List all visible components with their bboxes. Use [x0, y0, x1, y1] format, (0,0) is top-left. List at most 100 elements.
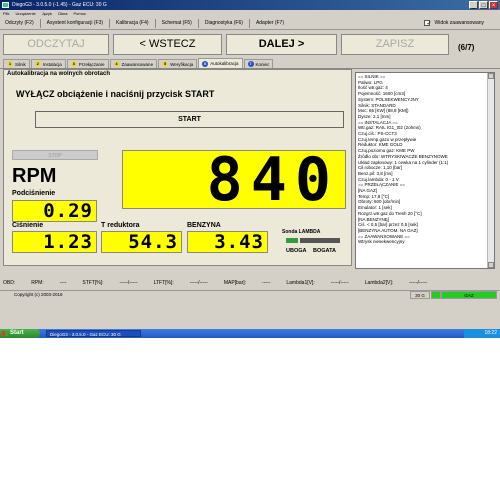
- ecu-status: 30 G: [410, 291, 430, 299]
- scroll-up-arrow[interactable]: [488, 73, 494, 79]
- start-menu-button[interactable]: Start: [0, 329, 40, 338]
- menu-language[interactable]: Język: [42, 10, 52, 17]
- wizard-nav: ODCZYTAJ < WSTECZ DALEJ > ZAPISZ (6/7): [0, 30, 500, 58]
- log-scrollbar[interactable]: [487, 73, 494, 268]
- obd-bar: OBD: RPM: ---- STFT[%]: -----/----- LTFT…: [0, 279, 500, 288]
- toolbar-diagnostics[interactable]: Diagnostyka (F6): [203, 19, 245, 27]
- toolbar-separator: [154, 18, 156, 28]
- start-button[interactable]: START: [35, 111, 344, 128]
- rpm-display: 840: [122, 145, 346, 215]
- wizard-tabs: 1 Silnik 2 Instalacja 3 Przełączanie 4 Zaawa…: [0, 58, 500, 69]
- minimize-button[interactable]: _: [469, 1, 478, 9]
- tab-autocalibration[interactable]: 6 Autokalibracja: [198, 58, 243, 68]
- toolbar-readings[interactable]: Odczyty (F2): [3, 19, 36, 27]
- tab-engine[interactable]: 1 Silnik: [3, 59, 30, 68]
- toolbar-separator: [197, 18, 199, 28]
- instruction-text: WYŁĄCZ obciążenie i naciśnij przycisk ST…: [16, 89, 215, 99]
- read-button[interactable]: ODCZYTAJ: [3, 34, 109, 55]
- step-number: 5: [162, 61, 169, 67]
- step-number: 1: [7, 61, 13, 67]
- toolbar-adapter[interactable]: Adapter (F7): [254, 19, 286, 27]
- lambda-bar: [300, 238, 340, 243]
- obd-rpm-label: RPM:: [31, 280, 44, 286]
- underpressure-display: 0.29: [12, 200, 97, 222]
- panel-subtitle: Autokalibracja na wolnych obrotach: [7, 71, 111, 77]
- copyright-text: Copyright (c) 2003-2018: [14, 292, 63, 297]
- tab-installation[interactable]: 2 Instalacja: [30, 59, 66, 68]
- toolbar-separator: [39, 18, 41, 28]
- toolbar: Odczyty (F2) Asystent konfiguracji (F3) …: [0, 17, 500, 30]
- lambda-rich-label: BOGATA: [313, 248, 337, 254]
- advanced-view-checkbox[interactable]: ✓: [423, 20, 432, 27]
- tab-label: Zaawansowane: [121, 61, 154, 67]
- lambda-indicator: [286, 238, 298, 243]
- windows-logo-icon: [2, 331, 8, 336]
- obd-lambda1-label: Lambda1[V]:: [286, 280, 315, 286]
- underpressure-value: 0.29: [43, 200, 93, 222]
- advanced-view-toggle[interactable]: ✓ Widok zaawansowany: [423, 19, 486, 27]
- tab-label: Autokalibracja: [210, 61, 239, 66]
- petrol-label: BENZYNA: [187, 222, 221, 229]
- window-controls: _ □ ×: [469, 1, 498, 9]
- config-summary-log[interactable]: == SILNIK == Paliwo: LPG Ilość wtr.gaz: …: [355, 72, 495, 269]
- next-button[interactable]: DALEJ >: [226, 34, 337, 55]
- tab-label: Weryfikacja: [170, 61, 194, 67]
- obd-stft-value: -----/-----: [119, 280, 138, 286]
- reducer-temp-display: 54.3: [101, 231, 182, 253]
- obd-ltft-label: LTFT[%]:: [153, 280, 174, 286]
- maximize-button[interactable]: □: [479, 1, 488, 9]
- pressure-value: 1.23: [43, 231, 93, 253]
- tab-label: Przełączanie: [78, 61, 105, 67]
- step-number: 3: [70, 61, 77, 67]
- tab-verification[interactable]: 5 Weryfikacja: [158, 59, 198, 68]
- toolbar-calibration[interactable]: Kalibracja (F4): [114, 19, 151, 27]
- menu-file[interactable]: Plik: [3, 10, 9, 17]
- toolbar-separator: [109, 18, 111, 28]
- step-indicator: (6/7): [458, 43, 475, 52]
- obd-lambda1-value: -----/-----: [330, 280, 349, 286]
- tab-switching[interactable]: 3 Przełączanie: [66, 59, 109, 68]
- tab-label: Instalacja: [42, 61, 62, 67]
- title-bar: DiegoG3 - 3.0.5.0 (-1.45) - Gaz ECU: 30 …: [0, 0, 500, 10]
- toolbar-config-assistant[interactable]: Asystent konfiguracji (F3): [45, 19, 105, 27]
- taskbar: Start DiegoG3 - 3.0.5.0 - Gaz ECU: 30 G …: [0, 329, 500, 338]
- reducer-temp-value: 54.3: [128, 231, 178, 253]
- obd-label: OBD:: [3, 280, 16, 286]
- window-title: DiegoG3 - 3.0.5.0 (-1.45) - Gaz ECU: 30 …: [12, 2, 107, 8]
- obd-rpm-value: ----: [59, 280, 67, 286]
- taskbar-app-item[interactable]: DiegoG3 - 3.0.5.0 - Gaz ECU: 30 G: [46, 330, 141, 337]
- scroll-down-arrow[interactable]: [488, 262, 494, 268]
- app-window: DiegoG3 - 3.0.5.0 (-1.45) - Gaz ECU: 30 …: [0, 0, 500, 338]
- pressure-display: 1.23: [12, 231, 97, 253]
- stop-button[interactable]: STOP: [12, 150, 98, 160]
- close-button[interactable]: ×: [489, 1, 498, 9]
- menu-device[interactable]: Urządzenie: [15, 10, 35, 17]
- rpm-label: RPM: [12, 165, 57, 187]
- lambda-label: Sonda LAMBDA: [282, 229, 321, 235]
- log-line: Wtrysk niesekwencyjny: [358, 239, 405, 245]
- system-clock: 18:22: [464, 329, 500, 338]
- tab-finish[interactable]: 7 Koniec: [243, 59, 274, 68]
- obd-map-value: -----: [262, 280, 271, 286]
- obd-lambda2-label: Lambda2[V]:: [364, 280, 394, 286]
- menu-bar: Plik Urządzenie Język Okna Pomoc: [0, 10, 500, 17]
- app-icon: [2, 2, 9, 8]
- reducer-temp-label: T reduktora: [101, 222, 140, 229]
- advanced-view-label: Widok zaawansowany: [434, 20, 484, 26]
- tab-advanced[interactable]: 4 Zaawansowane: [109, 59, 158, 68]
- fuel-mode-status: GAZ: [441, 291, 497, 299]
- obd-stft-label: STFT[%]:: [82, 280, 104, 286]
- menu-help[interactable]: Pomoc: [73, 10, 85, 17]
- rpm-value: 840: [206, 145, 339, 215]
- start-label: Start: [10, 330, 24, 336]
- toolbar-separator: [248, 18, 250, 28]
- back-button[interactable]: < WSTECZ: [113, 34, 222, 55]
- step-number: 7: [247, 61, 254, 67]
- petrol-display: 3.43: [187, 231, 268, 253]
- save-button[interactable]: ZAPISZ: [341, 34, 449, 55]
- toolbar-schematic[interactable]: Schemat (F5): [160, 19, 194, 27]
- lambda-lean-label: UBOGA: [286, 248, 307, 254]
- connection-indicator: [431, 291, 441, 299]
- step-number: 2: [34, 61, 41, 67]
- menu-windows[interactable]: Okna: [58, 10, 68, 17]
